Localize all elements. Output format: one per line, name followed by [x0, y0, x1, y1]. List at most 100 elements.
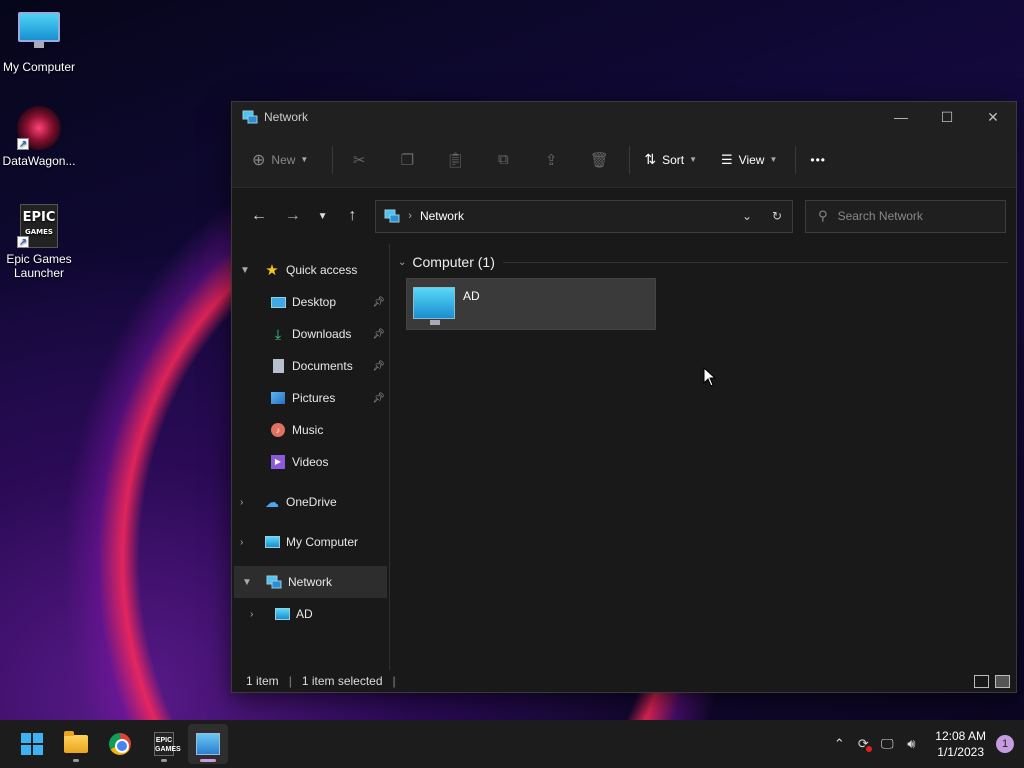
desktop-icon-datawagon[interactable]: ↗ DataWagon...	[0, 106, 78, 168]
monitor-icon	[274, 606, 290, 622]
notification-badge[interactable]: 1	[996, 735, 1014, 753]
delete-icon[interactable]: 🗑︎	[581, 144, 617, 176]
sidebar-item-desktop[interactable]: Desktop 📌︎	[232, 286, 389, 318]
expand-chevron-icon[interactable]: ▼	[242, 577, 256, 588]
share-icon[interactable]: ⇪	[533, 144, 569, 176]
download-icon: ⤓	[274, 325, 282, 342]
chevron-down-icon: ▼	[300, 155, 309, 164]
epic-games-icon: EPIC GAMES	[154, 732, 181, 756]
computer-tile-ad[interactable]: AD	[406, 278, 656, 330]
refresh-icon[interactable]: ↻	[762, 209, 792, 223]
volume-icon[interactable]: 🔊︎	[899, 736, 923, 752]
view-toggles	[974, 674, 1010, 688]
paste-icon[interactable]: 📋︎	[437, 144, 473, 176]
search-box[interactable]: ⚲ Search Network	[805, 199, 1006, 233]
desktop-icon	[270, 294, 286, 310]
chevron-up-icon[interactable]: ⌃	[827, 736, 851, 752]
pictures-icon	[270, 390, 286, 406]
collapse-chevron-icon[interactable]: ›	[240, 537, 254, 548]
search-placeholder: Search Network	[837, 209, 923, 223]
pin-icon: 📌︎	[372, 328, 385, 340]
address-dropdown-icon[interactable]: ⌄	[732, 209, 762, 223]
active-indicator	[200, 759, 216, 762]
chrome-icon	[109, 733, 131, 755]
clock[interactable]: 12:08 AM 1/1/2023	[935, 728, 986, 760]
view-button[interactable]: ☰ View ▼	[715, 144, 783, 176]
chevron-down-icon: ▼	[769, 155, 778, 164]
cut-icon[interactable]: ✂	[341, 144, 377, 176]
sidebar-item-network[interactable]: ▼ Network	[234, 566, 387, 598]
computer-icon	[413, 287, 455, 325]
search-icon: ⚲	[818, 208, 828, 223]
sidebar-item-label: Pictures	[292, 391, 336, 405]
group-title: Computer (1)	[412, 254, 495, 270]
title-bar[interactable]: Network — ☐ ✕	[232, 102, 1016, 132]
pin-icon: 📌︎	[372, 296, 385, 308]
sidebar-item-my-computer[interactable]: › My Computer	[232, 526, 389, 558]
file-list-pane[interactable]: ⌄ Computer (1) AD	[390, 244, 1016, 670]
navigation-bar: ← → ▼ ↑ › Network ⌄ ↻ ⚲ Search Network	[232, 188, 1016, 244]
computer-name: AD	[463, 289, 480, 303]
sidebar-item-onedrive[interactable]: › ☁ OneDrive	[232, 486, 389, 518]
music-icon: ♪	[270, 422, 286, 438]
up-arrow-icon[interactable]: ↑	[335, 201, 369, 231]
network-icon	[242, 110, 258, 124]
sidebar-item-documents[interactable]: Documents 📌︎	[232, 350, 389, 382]
group-header[interactable]: ⌄ Computer (1)	[398, 250, 1008, 274]
sidebar-item-label: Downloads	[292, 327, 352, 341]
recent-locations-chevron-icon[interactable]: ▼	[310, 201, 336, 231]
collapse-chevron-icon[interactable]: ›	[250, 609, 264, 620]
address-bar[interactable]: › Network ⌄ ↻	[375, 199, 794, 233]
taskbar-network-window[interactable]	[188, 724, 228, 764]
sidebar-item-downloads[interactable]: ⤓ Downloads 📌︎	[232, 318, 389, 350]
sort-button[interactable]: ⇅ Sort ▼	[638, 144, 703, 176]
folder-icon	[64, 731, 88, 753]
sidebar-item-label: OneDrive	[286, 495, 337, 509]
toolbar-divider	[332, 145, 334, 174]
copy-icon[interactable]: ❐	[389, 144, 425, 176]
running-indicator	[161, 759, 167, 762]
chevron-down-icon[interactable]: ⌄	[398, 257, 406, 268]
taskbar: EPIC GAMES ⌃ ⟳ 🖵︎ 🔊︎ 12:08 AM 1/1/2023 1	[0, 720, 1024, 768]
running-indicator	[73, 759, 79, 762]
sidebar-item-music[interactable]: ♪ Music	[232, 414, 389, 446]
sidebar-item-pictures[interactable]: Pictures 📌︎	[232, 382, 389, 414]
taskbar-epic-games[interactable]: EPIC GAMES	[144, 724, 184, 764]
sidebar-item-label: Videos	[292, 455, 329, 469]
breadcrumb-network[interactable]: Network	[420, 209, 732, 223]
taskbar-file-explorer[interactable]	[56, 724, 96, 764]
expand-chevron-icon[interactable]: ▼	[240, 265, 254, 276]
start-button[interactable]	[12, 724, 52, 764]
forward-arrow-icon[interactable]: →	[276, 201, 310, 231]
sidebar-item-quick-access[interactable]: ▼ ★ Quick access	[232, 254, 389, 286]
navigation-pane: ▼ ★ Quick access Desktop 📌︎ ⤓ Downloads …	[232, 244, 390, 670]
sidebar-item-videos[interactable]: ▶ Videos	[232, 446, 389, 478]
windows-logo-icon	[21, 733, 43, 755]
new-button[interactable]: ⊕ New ▼	[246, 144, 314, 176]
taskbar-chrome[interactable]	[100, 724, 140, 764]
file-explorer-window: Network — ☐ ✕ ⊕ New ▼ ✂ ❐ 📋︎ ⧉ ⇪ 🗑︎ ⇅ So…	[231, 101, 1017, 693]
network-status-icon[interactable]: 🖵︎	[875, 736, 899, 752]
more-options-button[interactable]: •••	[804, 144, 832, 176]
desktop-icon-label: My Computer	[2, 60, 76, 74]
collapse-chevron-icon[interactable]: ›	[240, 497, 254, 508]
close-button[interactable]: ✕	[970, 102, 1016, 132]
command-bar: ⊕ New ▼ ✂ ❐ 📋︎ ⧉ ⇪ 🗑︎ ⇅ Sort ▼ ☰ View ▼ …	[232, 132, 1016, 188]
desktop-icon-my-computer[interactable]: My Computer	[0, 8, 78, 74]
back-arrow-icon[interactable]: ←	[242, 201, 276, 231]
maximize-button[interactable]: ☐	[924, 102, 970, 132]
tiles-view-icon[interactable]	[995, 674, 1010, 688]
sort-label: Sort	[662, 152, 685, 167]
sidebar-item-label: My Computer	[286, 535, 359, 549]
rename-icon[interactable]: ⧉	[485, 144, 521, 176]
desktop-icon-epic-games[interactable]: EPIC GAMES ↗ Epic Games Launcher	[0, 204, 78, 280]
selection-count: 1 item selected	[301, 674, 383, 688]
details-view-icon[interactable]	[974, 674, 989, 688]
minimize-button[interactable]: —	[878, 102, 924, 132]
sync-icon[interactable]: ⟳	[851, 736, 875, 752]
chevron-down-icon: ▼	[689, 155, 698, 164]
breadcrumb-chevron-icon[interactable]: ›	[408, 210, 412, 222]
toolbar-divider	[795, 145, 797, 174]
plus-circle-icon: ⊕	[252, 151, 266, 169]
sidebar-item-ad[interactable]: › AD	[232, 598, 389, 630]
